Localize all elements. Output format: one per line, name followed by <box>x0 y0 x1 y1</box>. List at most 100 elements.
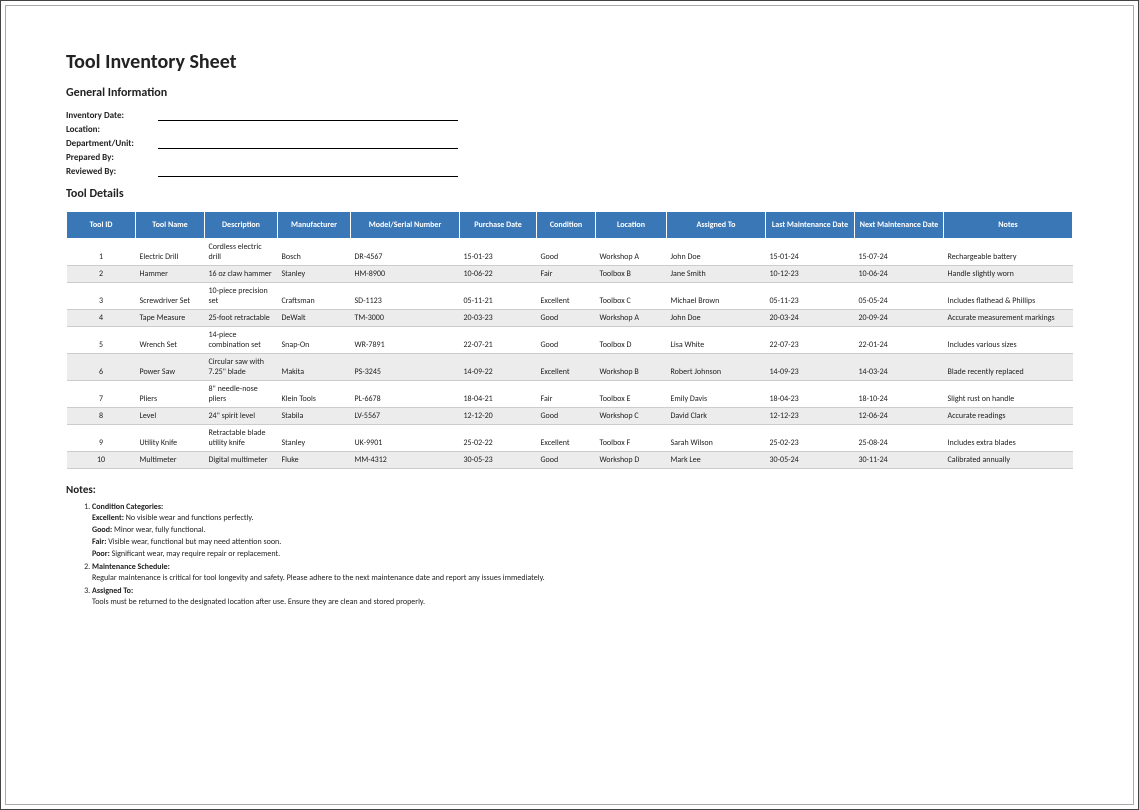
th-location: Location <box>596 212 667 239</box>
info-row-reviewed-by: Reviewed By: <box>66 166 1073 177</box>
note1-excellent: Excellent: No visible wear and functions… <box>92 512 1073 524</box>
th-tool-id: Tool ID <box>67 212 136 239</box>
cell-model: WR-7891 <box>351 327 460 354</box>
label-reviewed-by: Reviewed By: <box>66 166 156 177</box>
cell-tool-id: 7 <box>67 381 136 408</box>
cell-manufacturer: Bosch <box>278 239 351 266</box>
field-reviewed-by[interactable] <box>158 166 458 177</box>
table-row: 9Utility KnifeRetractable blade utility … <box>67 425 1073 452</box>
cell-description: 14-piece combination set <box>205 327 278 354</box>
cell-condition: Fair <box>537 266 596 283</box>
cell-purchase-date: 10-06-22 <box>460 266 537 283</box>
cell-condition: Good <box>537 452 596 469</box>
cell-tool-name: Tape Measure <box>136 310 205 327</box>
table-row: 3Screwdriver Set10-piece precision setCr… <box>67 283 1073 310</box>
cell-last-maintenance: 10-12-23 <box>766 266 855 283</box>
label-department: Department/Unit: <box>66 138 156 149</box>
cell-tool-name: Electric Drill <box>136 239 205 266</box>
note2-body: Regular maintenance is critical for tool… <box>92 572 1073 584</box>
cell-assigned-to: Lisa White <box>667 327 766 354</box>
cell-location: Toolbox F <box>596 425 667 452</box>
note-maintenance-schedule: Maintenance Schedule: Regular maintenanc… <box>92 562 1073 584</box>
cell-model: UK-9901 <box>351 425 460 452</box>
field-department[interactable] <box>158 138 458 149</box>
cell-description: Retractable blade utility knife <box>205 425 278 452</box>
cell-manufacturer: Stanley <box>278 266 351 283</box>
table-row: 4Tape Measure25-foot retractableDeWaltTM… <box>67 310 1073 327</box>
th-last-maintenance: Last Maintenance Date <box>766 212 855 239</box>
section-tool-details: Tool Details <box>66 187 1073 201</box>
cell-notes: Accurate readings <box>944 408 1073 425</box>
cell-last-maintenance: 25-02-23 <box>766 425 855 452</box>
cell-tool-name: Hammer <box>136 266 205 283</box>
cell-notes: Calibrated annually <box>944 452 1073 469</box>
field-prepared-by[interactable] <box>156 153 456 163</box>
table-row: 5Wrench Set14-piece combination setSnap-… <box>67 327 1073 354</box>
cell-notes: Accurate measurement markings <box>944 310 1073 327</box>
cell-last-maintenance: 15-01-24 <box>766 239 855 266</box>
cell-condition: Fair <box>537 381 596 408</box>
cell-last-maintenance: 22-07-23 <box>766 327 855 354</box>
cell-model: LV-5567 <box>351 408 460 425</box>
cell-next-maintenance: 05-05-24 <box>855 283 944 310</box>
cell-next-maintenance: 25-08-24 <box>855 425 944 452</box>
cell-location: Toolbox D <box>596 327 667 354</box>
cell-next-maintenance: 30-11-24 <box>855 452 944 469</box>
cell-purchase-date: 25-02-22 <box>460 425 537 452</box>
cell-notes: Slight rust on handle <box>944 381 1073 408</box>
cell-last-maintenance: 18-04-23 <box>766 381 855 408</box>
table-header-row: Tool ID Tool Name Description Manufactur… <box>67 212 1073 239</box>
cell-description: 24" spirit level <box>205 408 278 425</box>
note3-body: Tools must be returned to the designated… <box>92 596 1073 608</box>
cell-manufacturer: Craftsman <box>278 283 351 310</box>
cell-description: 8" needle-nose pliers <box>205 381 278 408</box>
cell-last-maintenance: 30-05-24 <box>766 452 855 469</box>
note1-poor: Poor: Significant wear, may require repa… <box>92 548 1073 560</box>
field-inventory-date[interactable] <box>158 110 458 121</box>
cell-next-maintenance: 10-06-24 <box>855 266 944 283</box>
note1-title: Condition Categories: <box>92 502 163 512</box>
cell-last-maintenance: 20-03-24 <box>766 310 855 327</box>
cell-notes: Rechargeable battery <box>944 239 1073 266</box>
info-row-department: Department/Unit: <box>66 138 1073 149</box>
cell-tool-id: 9 <box>67 425 136 452</box>
cell-tool-id: 5 <box>67 327 136 354</box>
note3-title: Assigned To: <box>92 586 133 596</box>
cell-description: 16 oz claw hammer <box>205 266 278 283</box>
cell-location: Workshop C <box>596 408 667 425</box>
cell-last-maintenance: 05-11-23 <box>766 283 855 310</box>
cell-tool-name: Wrench Set <box>136 327 205 354</box>
cell-model: SD-1123 <box>351 283 460 310</box>
field-location[interactable] <box>156 125 456 135</box>
th-manufacturer: Manufacturer <box>278 212 351 239</box>
th-next-maintenance: Next Maintenance Date <box>855 212 944 239</box>
cell-next-maintenance: 15-07-24 <box>855 239 944 266</box>
th-tool-name: Tool Name <box>136 212 205 239</box>
cell-next-maintenance: 18-10-24 <box>855 381 944 408</box>
cell-purchase-date: 18-04-21 <box>460 381 537 408</box>
cell-description: 25-foot retractable <box>205 310 278 327</box>
cell-model: PL-6678 <box>351 381 460 408</box>
cell-assigned-to: Michael Brown <box>667 283 766 310</box>
note2-title: Maintenance Schedule: <box>92 562 170 572</box>
tool-details-table: Tool ID Tool Name Description Manufactur… <box>66 211 1073 469</box>
cell-manufacturer: Stabila <box>278 408 351 425</box>
cell-next-maintenance: 22-01-24 <box>855 327 944 354</box>
cell-model: PS-3245 <box>351 354 460 381</box>
cell-location: Toolbox E <box>596 381 667 408</box>
info-row-inventory-date: Inventory Date: <box>66 110 1073 121</box>
cell-purchase-date: 22-07-21 <box>460 327 537 354</box>
cell-tool-name: Level <box>136 408 205 425</box>
cell-manufacturer: Fluke <box>278 452 351 469</box>
cell-manufacturer: Makita <box>278 354 351 381</box>
cell-tool-id: 6 <box>67 354 136 381</box>
cell-last-maintenance: 14-09-23 <box>766 354 855 381</box>
cell-assigned-to: David Clark <box>667 408 766 425</box>
cell-manufacturer: Stanley <box>278 425 351 452</box>
cell-purchase-date: 05-11-21 <box>460 283 537 310</box>
label-prepared-by: Prepared By: <box>66 152 156 163</box>
cell-purchase-date: 30-05-23 <box>460 452 537 469</box>
cell-assigned-to: Robert Johnson <box>667 354 766 381</box>
cell-manufacturer: Klein Tools <box>278 381 351 408</box>
cell-notes: Blade recently replaced <box>944 354 1073 381</box>
